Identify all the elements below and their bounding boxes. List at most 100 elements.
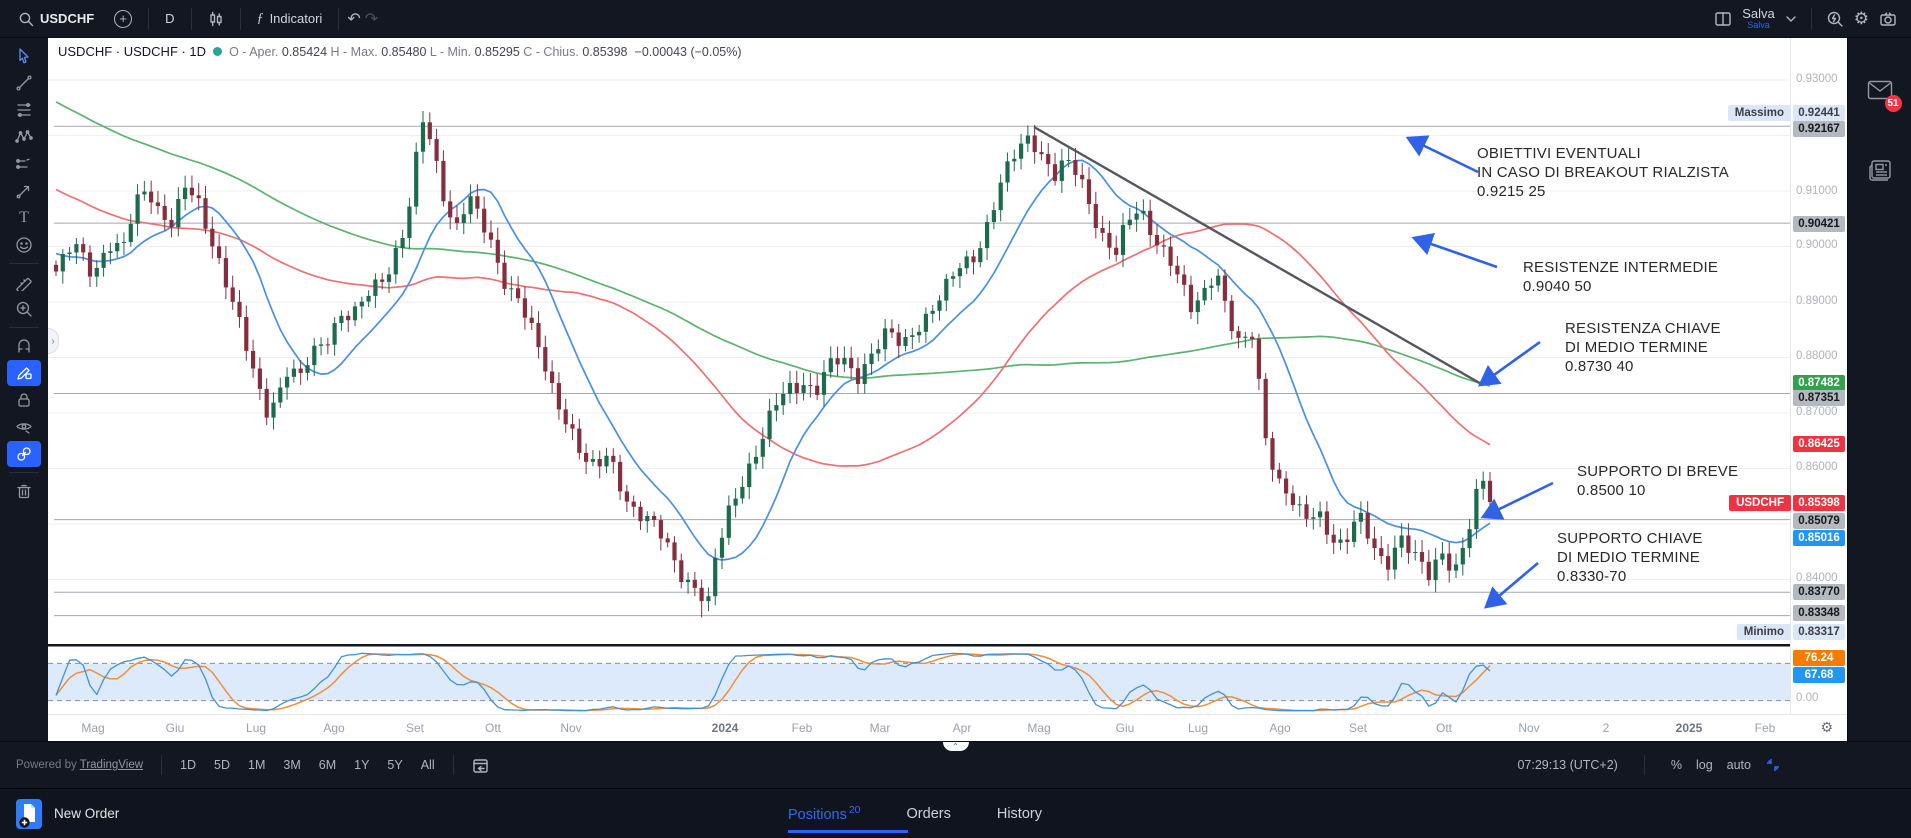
annotation-text-4[interactable]: SUPPORTO DI BREVE0.8500 10 [1577,462,1738,500]
new-order-button[interactable]: New Order [0,799,119,829]
price-label-row: 0.90421 [1793,216,1845,232]
time-axis[interactable]: ⚙ MagGiuLugAgoSetOttNov2024FebMarAprMagG… [48,714,1847,741]
settings-gear-icon[interactable]: ⚙ [1854,9,1869,29]
undo-button[interactable]: ↶ [347,9,360,29]
clock[interactable]: 07:29:13 (UTC+2) [1517,758,1617,772]
rail-divider [9,472,39,473]
tab-orders[interactable]: Orders [907,806,951,822]
time-tick: Lug [1188,721,1208,735]
sync-drawings-button[interactable] [7,441,41,467]
chevron-down-icon[interactable] [1785,13,1797,25]
cursor-tool-button[interactable] [7,43,41,69]
percent-scale-button[interactable]: % [1671,758,1682,772]
legend-change: −0.00043 (−0.05%) [635,45,742,59]
go-to-date-icon[interactable] [472,757,489,774]
annotation-text-5[interactable]: SUPPORTO CHIAVEDI MEDIO TERMINE0.8330-70 [1557,529,1703,586]
indicators-button[interactable]: ƒ Indicatori [249,7,331,31]
arrow-tool-button[interactable] [7,178,41,204]
measure-tool-button[interactable] [7,269,41,295]
range-button-1m[interactable]: 1M [248,758,265,772]
tradingview-link[interactable]: TradingView [80,759,143,771]
price-label: 0.87351 [1793,390,1845,406]
range-button-1d[interactable]: 1D [180,758,196,772]
layout-panes-button[interactable] [1714,10,1732,28]
zoom-in-tool-button[interactable] [7,296,41,322]
time-tick: Mag [1027,721,1050,735]
inbox-badge: 51 [1885,95,1902,112]
legend-ohlc-label: H - Max. [331,45,382,59]
range-button-5y[interactable]: 5Y [387,758,402,772]
time-tick: Giu [1116,721,1135,735]
price-label: 0.90421 [1793,216,1845,232]
price-label-prefix: USDCHF [1729,495,1791,511]
news-icon [1868,159,1892,181]
magnet-mode-button[interactable] [7,333,41,359]
chart-widget: USDCHF · USDCHF · 1D O - Aper. 0.85424 H… [48,38,1847,741]
range-button-5d[interactable]: 5D [214,758,230,772]
remove-drawings-button[interactable] [7,478,41,504]
legend-ohlc-label: L - Min. [430,45,475,59]
hide-drawings-button[interactable] [7,414,41,440]
price-label-row: 0.87482 [1793,375,1845,391]
powered-by: Powered by TradingView [16,759,143,771]
xabcd-pattern-tool-button[interactable] [7,124,41,150]
snapshot-camera-icon[interactable] [1879,10,1897,28]
prediction-tool-button[interactable] [7,151,41,177]
save-button[interactable]: Salva Salva [1742,7,1775,30]
range-button-all[interactable]: All [421,758,435,772]
price-label-row: 76.24 [1793,650,1845,666]
trend-line-tool-button[interactable] [7,70,41,96]
fib-retracement-tool-button[interactable] [7,97,41,123]
price-tick: 0.89000 [1796,295,1838,307]
lock-drawings-button[interactable] [7,387,41,413]
chart-plot-area[interactable]: USDCHF · USDCHF · 1D O - Aper. 0.85424 H… [48,38,1790,714]
price-tick: 0.84000 [1796,572,1838,584]
range-button-3m[interactable]: 3M [283,758,300,772]
time-tick: 2025 [1676,721,1703,735]
range-button-6m[interactable]: 6M [319,758,336,772]
tab-positions[interactable]: Positions20 [788,804,861,823]
time-tick: Nov [560,721,581,735]
plus-icon: + [114,10,132,28]
emoji-tool-button[interactable] [7,232,41,258]
price-label-row: Massimo0.92441 [1728,105,1845,121]
active-tab-underline [788,830,908,833]
price-axis[interactable]: 0.930000.920000.910000.900000.890000.880… [1790,38,1847,714]
price-label: 0.85016 [1793,530,1845,546]
compare-add-button[interactable]: + [106,6,140,32]
redo-button[interactable]: ↷ [365,9,378,29]
annotation-text-2[interactable]: RESISTENZE INTERMEDIE0.9040 50 [1523,258,1718,296]
collapse-panel-chevron[interactable]: ⌃ [943,742,969,751]
symbol-search-button[interactable]: USDCHF [10,7,102,31]
log-scale-button[interactable]: log [1696,758,1713,772]
price-label-row: 0.92167 [1793,121,1845,137]
drawing-mode-button[interactable] [7,360,41,386]
text-tool-button[interactable]: T [7,205,41,231]
range-button-1y[interactable]: 1Y [354,758,369,772]
interval-button[interactable]: D [157,7,182,30]
legend-ohlc-value: 0.85480 [381,45,430,59]
time-tick: Giu [166,721,185,735]
adjust-scale-icon[interactable] [1765,757,1781,773]
time-tick: Ago [1269,721,1290,735]
price-label-row: Minimo0.83317 [1737,624,1845,640]
save-label: Salva [1742,7,1775,20]
quick-search-icon[interactable] [1826,10,1844,28]
annotation-text-3[interactable]: RESISTENZA CHIAVEDI MEDIO TERMINE0.8730 … [1565,319,1721,376]
annotation-text-1[interactable]: OBIETTIVI EVENTUALIIN CASO DI BREAKOUT R… [1477,144,1729,201]
news-button[interactable] [1868,159,1892,186]
chart-style-button[interactable] [200,7,232,31]
time-tick: Nov [1518,721,1539,735]
tab-badge: 20 [849,804,861,816]
chart-legend: USDCHF · USDCHF · 1D O - Aper. 0.85424 H… [58,44,742,59]
price-label: 0.85079 [1793,513,1845,529]
price-chart-canvas[interactable] [48,38,1790,714]
toolbar-divider [148,8,149,30]
rail-divider [9,327,39,328]
price-tick: 0.91000 [1796,185,1838,197]
tab-history[interactable]: History [997,806,1042,822]
inbox-button[interactable]: 51 [1867,80,1893,105]
time-tick: Set [1349,721,1367,735]
time-axis-settings-icon[interactable]: ⚙ [1820,719,1833,736]
auto-scale-button[interactable]: auto [1727,758,1751,772]
